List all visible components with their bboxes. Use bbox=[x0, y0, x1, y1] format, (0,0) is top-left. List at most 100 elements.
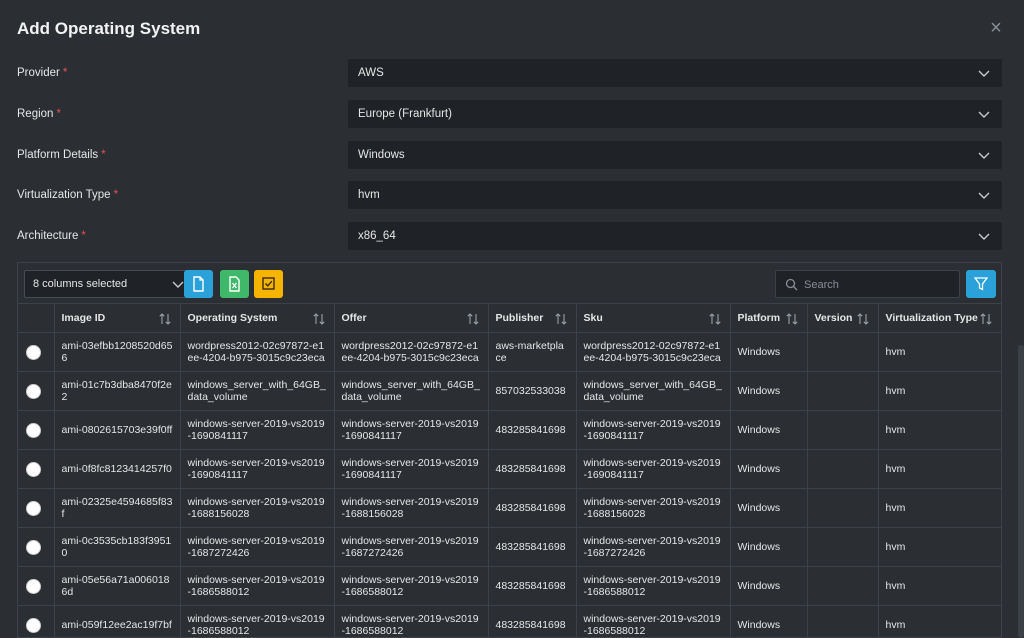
column-header-offer[interactable]: Offer bbox=[334, 303, 489, 333]
sort-icon[interactable] bbox=[312, 312, 326, 326]
operating-system-cell: windows-server-2019-vs2019-1686588012 bbox=[180, 566, 335, 606]
row-select-cell[interactable] bbox=[18, 566, 55, 606]
virtualization-type-cell: hvm bbox=[878, 488, 1001, 528]
offer-cell: windows-server-2019-vs2019-1688156028 bbox=[334, 488, 489, 528]
virtualization-type-cell: hvm bbox=[878, 527, 1001, 567]
close-icon[interactable]: × bbox=[987, 18, 1005, 38]
sku-cell: windows-server-2019-vs2019-1687272426 bbox=[576, 527, 731, 567]
image-id-cell: ami-05e56a71a0060186d bbox=[54, 566, 181, 606]
image-id-cell: ami-0f8fc8123414257f0 bbox=[54, 449, 181, 489]
offer-cell: windows-server-2019-vs2019-1686588012 bbox=[334, 566, 489, 606]
offer-cell: windows-server-2019-vs2019-1690841117 bbox=[334, 410, 489, 450]
row-select-cell[interactable] bbox=[18, 449, 55, 489]
sku-cell: windows_server_with_64GB_data_volume bbox=[576, 371, 731, 411]
operating-system-cell: windows-server-2019-vs2019-1690841117 bbox=[180, 449, 335, 489]
row-radio-button[interactable] bbox=[26, 422, 41, 438]
row-select-cell[interactable] bbox=[18, 371, 55, 411]
offer-cell: windows_server_with_64GB_data_volume bbox=[334, 371, 489, 411]
operating-system-cell: windows-server-2019-vs2019-1688156028 bbox=[180, 488, 335, 528]
column-header-operating-system[interactable]: Operating System bbox=[180, 303, 335, 333]
column-chooser-select[interactable]: 8 columns selected bbox=[24, 270, 194, 298]
row-select-cell[interactable] bbox=[18, 605, 55, 638]
search-icon bbox=[785, 278, 798, 291]
table-header-row: Image ID Operating System Offer Publishe… bbox=[18, 303, 1001, 333]
checkbox-icon bbox=[262, 277, 275, 290]
table-row[interactable]: ami-02325e4594685f83f windows-server-2019… bbox=[18, 488, 1001, 528]
row-select-cell[interactable] bbox=[18, 410, 55, 450]
row-radio-button[interactable] bbox=[26, 539, 41, 555]
sort-icon[interactable] bbox=[979, 312, 993, 326]
virtualization-type-select[interactable]: hvm bbox=[348, 181, 1002, 209]
platform-cell: Windows bbox=[730, 410, 808, 450]
filter-button[interactable] bbox=[966, 270, 996, 298]
sort-icon[interactable] bbox=[785, 312, 799, 326]
sort-icon[interactable] bbox=[554, 312, 568, 326]
sort-icon[interactable] bbox=[856, 312, 870, 326]
platform-details-select[interactable]: Windows bbox=[348, 141, 1002, 169]
dialog-scrollbar[interactable] bbox=[1018, 345, 1024, 638]
sort-icon[interactable] bbox=[158, 312, 172, 326]
export-button[interactable] bbox=[184, 270, 213, 298]
row-radio-button[interactable] bbox=[26, 383, 41, 399]
add-os-dialog: Add Operating System × Provider * AWS Reg… bbox=[0, 0, 1024, 638]
row-radio-button[interactable] bbox=[26, 500, 41, 516]
column-header-platform[interactable]: Platform bbox=[730, 303, 808, 333]
sort-icon[interactable] bbox=[708, 312, 722, 326]
provider-label: Provider * bbox=[17, 67, 68, 79]
row-radio-button[interactable] bbox=[26, 461, 41, 477]
table-row[interactable]: ami-05e56a71a0060186d windows-server-2019… bbox=[18, 566, 1001, 606]
version-cell bbox=[807, 527, 879, 567]
version-cell bbox=[807, 449, 879, 489]
column-header-image-id[interactable]: Image ID bbox=[54, 303, 181, 333]
required-marker: * bbox=[113, 189, 119, 201]
publisher-cell: 857032533038 bbox=[488, 371, 577, 411]
sku-cell: windows-server-2019-vs2019-1686588012 bbox=[576, 566, 731, 606]
region-select[interactable]: Europe (Frankfurt) bbox=[348, 100, 1002, 128]
chevron-down-icon bbox=[978, 192, 990, 199]
filter-icon bbox=[974, 277, 988, 291]
platform-cell: Windows bbox=[730, 605, 808, 638]
image-id-cell: ami-059f12ee2ac19f7bf bbox=[54, 605, 181, 638]
publisher-cell: 483285841698 bbox=[488, 566, 577, 606]
table-body: ami-03efbb1208520d656 wordpress2012-02c97… bbox=[18, 332, 1001, 638]
table-row[interactable]: ami-059f12ee2ac19f7bf windows-server-2019… bbox=[18, 605, 1001, 638]
row-radio-button[interactable] bbox=[26, 344, 41, 360]
search-input[interactable] bbox=[804, 276, 954, 294]
export-excel-button[interactable] bbox=[220, 270, 249, 298]
operating-system-cell: windows-server-2019-vs2019-1687272426 bbox=[180, 527, 335, 567]
publisher-cell: 483285841698 bbox=[488, 488, 577, 528]
platform-cell: Windows bbox=[730, 488, 808, 528]
table-row[interactable]: ami-0c3535cb183f39510 windows-server-2019… bbox=[18, 527, 1001, 567]
table-row[interactable]: ami-0802615703e39f0ff windows-server-2019… bbox=[18, 410, 1001, 450]
chevron-down-icon bbox=[978, 111, 990, 118]
publisher-cell: 483285841698 bbox=[488, 527, 577, 567]
column-header-select bbox=[18, 303, 55, 333]
column-header-sku[interactable]: Sku bbox=[576, 303, 731, 333]
column-header-virtualization-type[interactable]: Virtualization Type bbox=[878, 303, 1001, 333]
virtualization-type-row: Virtualization Type * hvm bbox=[0, 181, 1024, 211]
row-select-cell[interactable] bbox=[18, 488, 55, 528]
chevron-down-icon bbox=[978, 233, 990, 240]
sort-icon[interactable] bbox=[466, 312, 480, 326]
image-id-cell: ami-01c7b3dba8470f2e2 bbox=[54, 371, 181, 411]
table-row[interactable]: ami-0f8fc8123414257f0 windows-server-2019… bbox=[18, 449, 1001, 489]
virtualization-type-cell: hvm bbox=[878, 449, 1001, 489]
publisher-cell: 483285841698 bbox=[488, 605, 577, 638]
architecture-select[interactable]: x86_64 bbox=[348, 222, 1002, 250]
provider-select[interactable]: AWS bbox=[348, 59, 1002, 87]
row-select-cell[interactable] bbox=[18, 527, 55, 567]
row-radio-button[interactable] bbox=[26, 617, 41, 633]
row-radio-button[interactable] bbox=[26, 578, 41, 594]
dialog-title: Add Operating System bbox=[17, 19, 201, 38]
column-header-version[interactable]: Version bbox=[807, 303, 879, 333]
virtualization-type-label: Virtualization Type * bbox=[17, 189, 119, 201]
image-id-cell: ami-0802615703e39f0ff bbox=[54, 410, 181, 450]
file-icon bbox=[193, 276, 204, 292]
table-row[interactable]: ami-03efbb1208520d656 wordpress2012-02c97… bbox=[18, 332, 1001, 372]
row-select-cell[interactable] bbox=[18, 332, 55, 372]
table-row[interactable]: ami-01c7b3dba8470f2e2 windows_server_with… bbox=[18, 371, 1001, 411]
offer-cell: windows-server-2019-vs2019-1690841117 bbox=[334, 449, 489, 489]
column-header-publisher[interactable]: Publisher bbox=[488, 303, 577, 333]
operating-system-cell: windows-server-2019-vs2019-1686588012 bbox=[180, 605, 335, 638]
select-rows-button[interactable] bbox=[254, 270, 283, 298]
